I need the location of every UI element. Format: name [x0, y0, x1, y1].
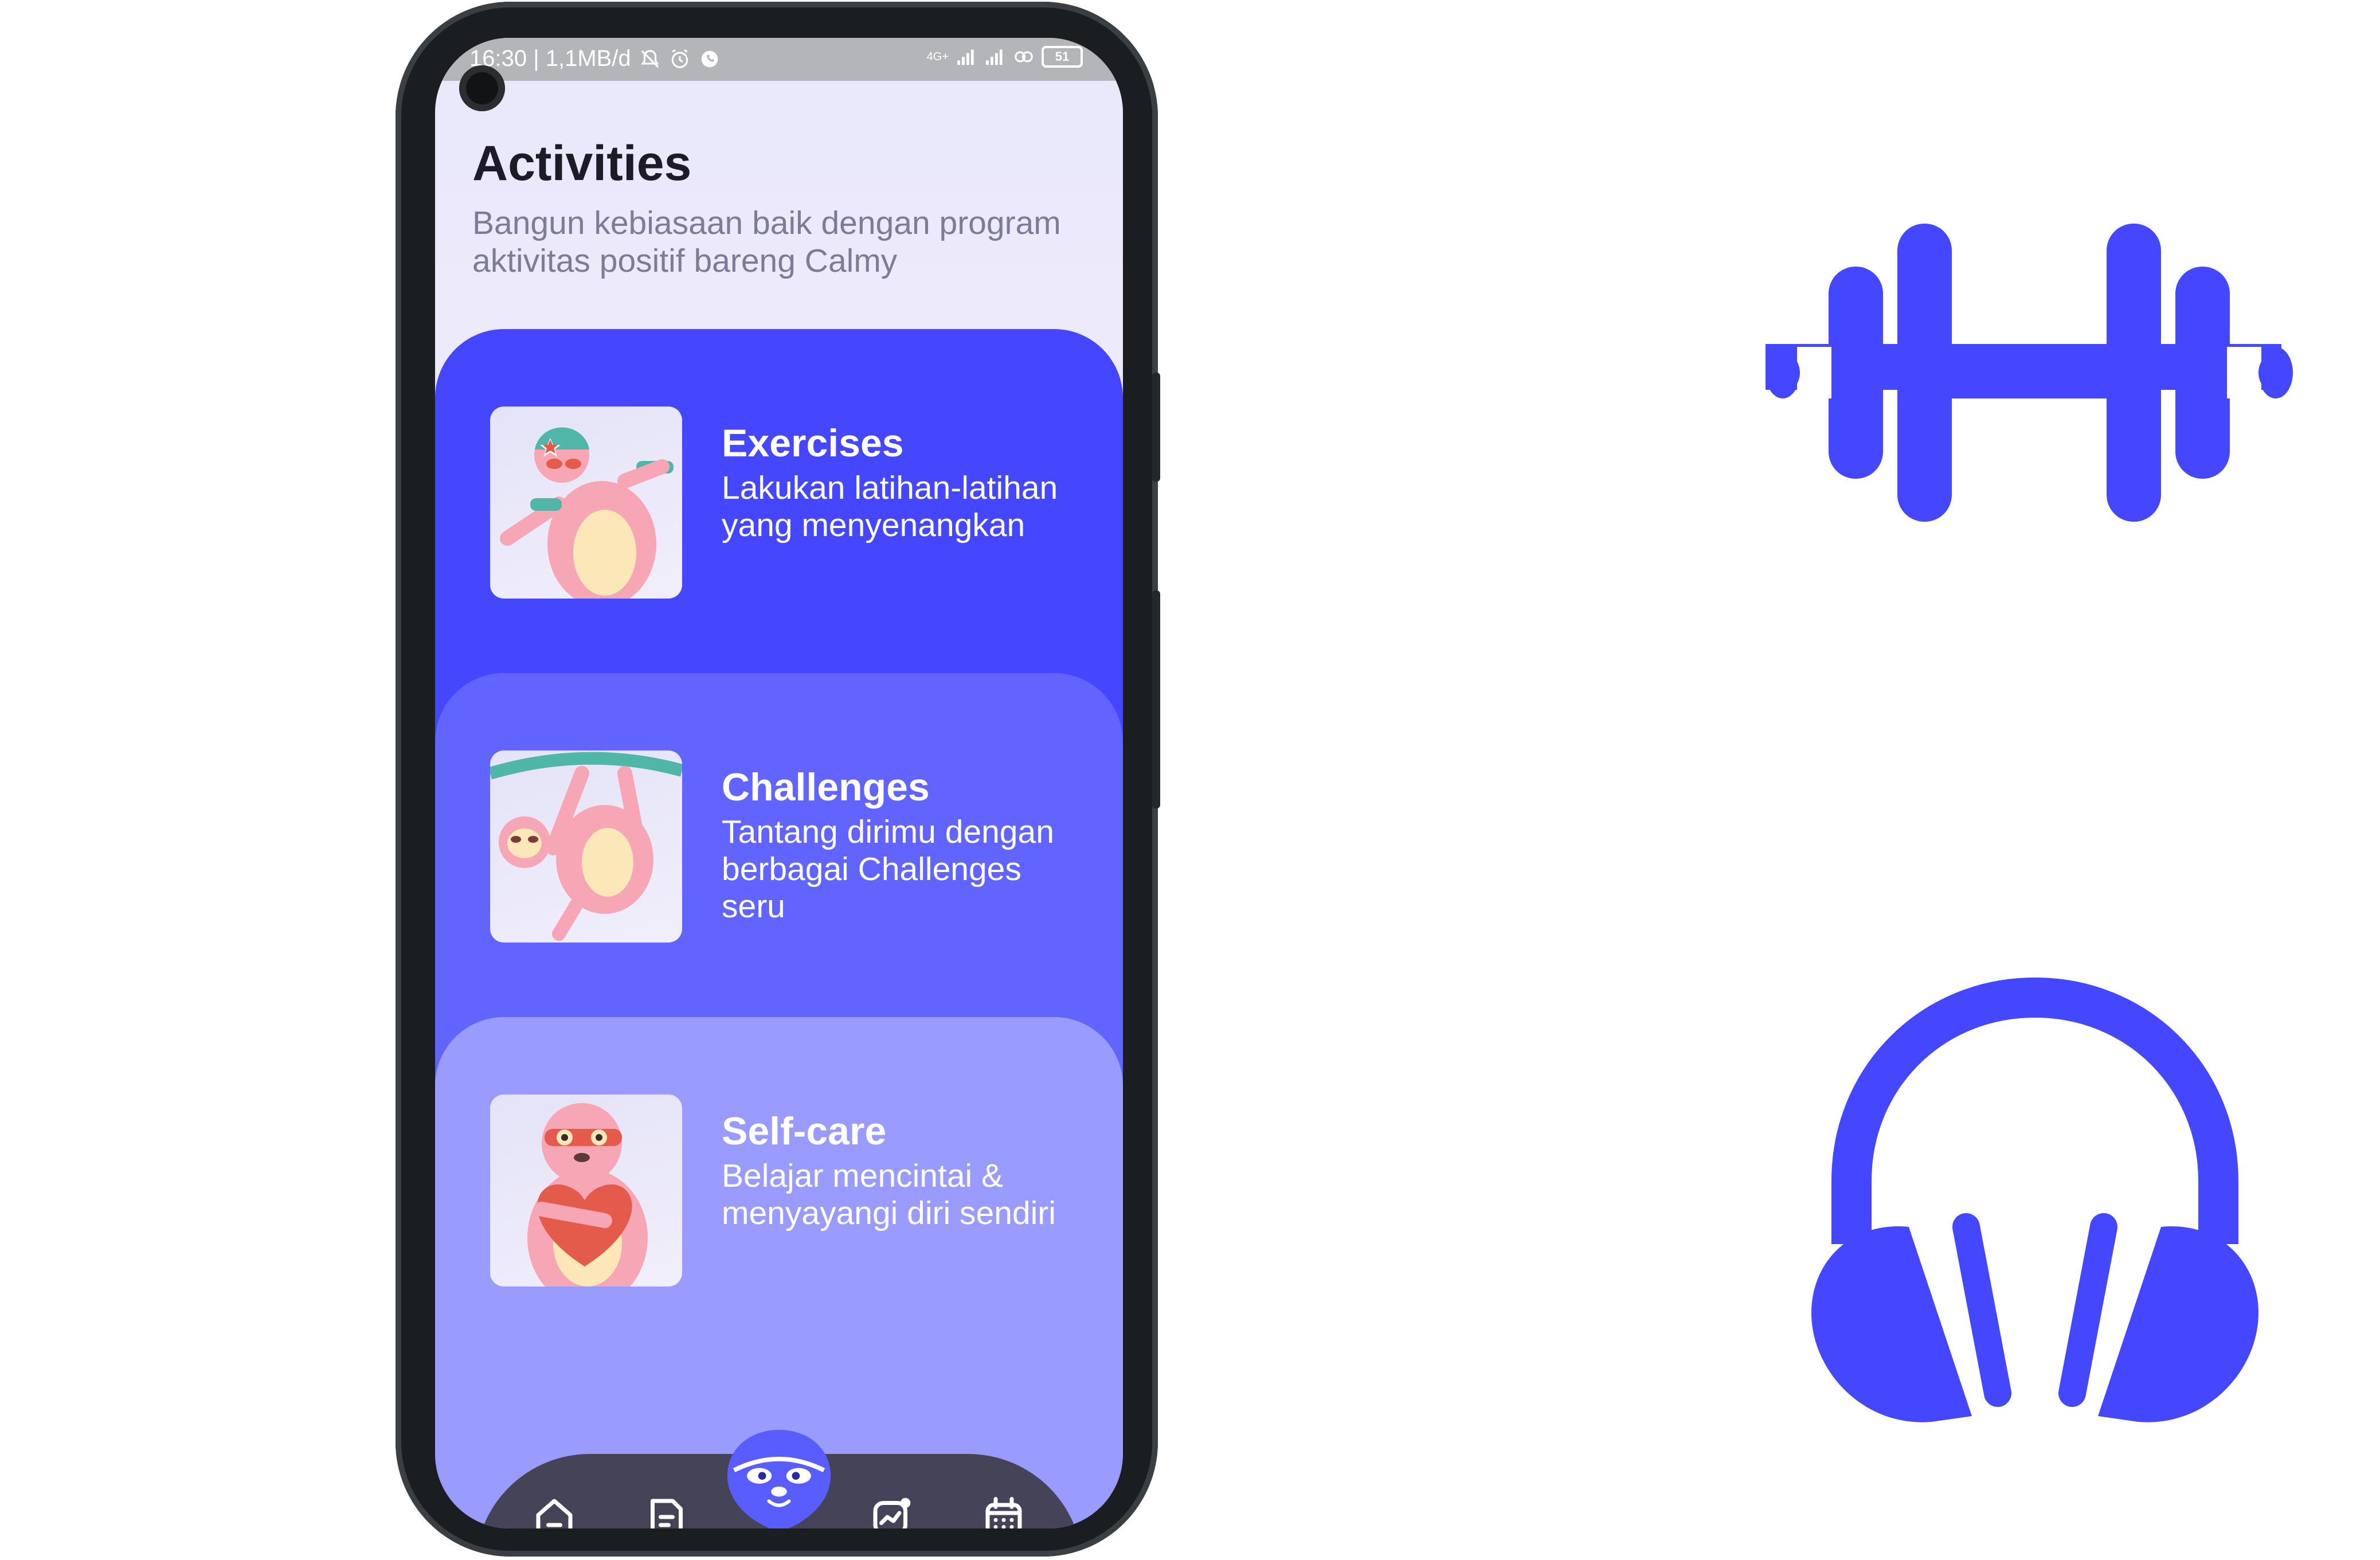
- card-description: Tantang dirimu dengan berbagai Challenge…: [722, 814, 1054, 925]
- dumbbell-icon: [1766, 224, 2293, 525]
- card-title: Self-care: [722, 1109, 887, 1153]
- headphones-icon: [1800, 975, 2270, 1436]
- sloth-heart-illustration: [527, 1103, 648, 1287]
- battery-indicator: 51: [1042, 46, 1083, 68]
- alarm-icon: [669, 48, 691, 70]
- nav-stats-button[interactable]: [867, 1493, 915, 1528]
- sloth-hanging-illustration: [490, 752, 682, 941]
- nav-home-button[interactable]: [530, 1493, 578, 1528]
- card-title: Challenges: [722, 765, 930, 809]
- calmy-mascot-icon: [727, 1429, 831, 1528]
- challenges-thumbnail: [490, 750, 682, 943]
- page-subtitle: Bangun kebiasaan baik dengan program akt…: [472, 205, 1061, 279]
- network-label: 4G+: [926, 50, 949, 63]
- signal-icon-2: [984, 46, 1006, 68]
- home-icon: [536, 1499, 573, 1528]
- journal-icon: [651, 1499, 683, 1528]
- hotspot-icon: [1013, 46, 1035, 68]
- card-description: Belajar mencintai & menyayangi diri send…: [722, 1158, 1056, 1231]
- card-description: Lakukan latihan-latihan yang menyenangka…: [722, 470, 1058, 544]
- self-care-thumbnail: [490, 1094, 682, 1287]
- volume-button: [1152, 373, 1160, 482]
- front-camera: [459, 65, 505, 111]
- nav-calendar-button[interactable]: [980, 1493, 1028, 1528]
- power-button: [1152, 591, 1160, 808]
- sloth-exercise-illustration: [500, 427, 674, 599]
- app-screen: 16:30 | 1,1MB/d 4G+ 51 Activities Bangun…: [435, 38, 1123, 1528]
- calendar-icon: [985, 1497, 1022, 1528]
- stats-icon: [873, 1498, 911, 1528]
- exercises-thumbnail: [490, 406, 682, 599]
- status-bar: 16:30 | 1,1MB/d 4G+ 51: [435, 38, 1123, 81]
- bell-off-icon: [639, 48, 661, 70]
- card-title: Exercises: [722, 421, 904, 465]
- page-title: Activities: [472, 136, 692, 191]
- nav-calmy-button[interactable]: [723, 1425, 835, 1528]
- nav-journal-button[interactable]: [643, 1493, 691, 1528]
- whatsapp-icon: [699, 48, 721, 70]
- status-time: 16:30 | 1,1MB/d: [469, 46, 631, 71]
- signal-icon: [956, 46, 977, 68]
